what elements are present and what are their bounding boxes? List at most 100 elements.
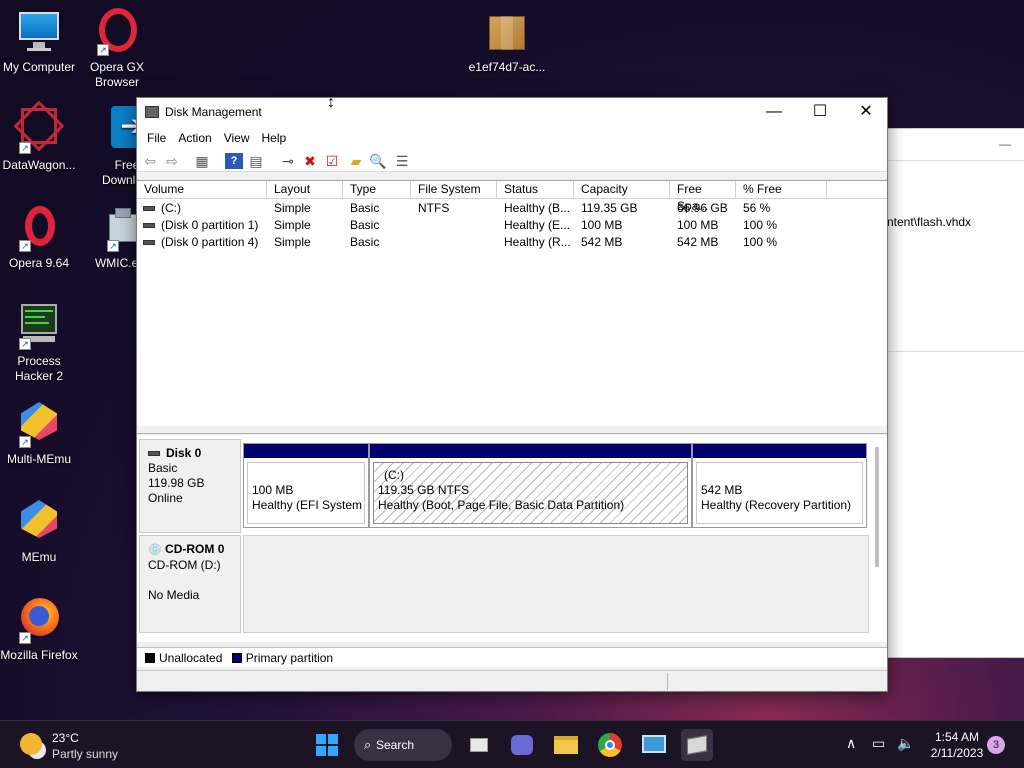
type-cell: Basic: [350, 235, 380, 249]
delete-icon[interactable]: ✖: [301, 153, 319, 169]
open-folder-icon[interactable]: ▰: [347, 153, 365, 169]
task-view-button[interactable]: [463, 729, 495, 761]
weather-condition: Partly sunny: [52, 747, 119, 761]
disk-pane-scrollbar[interactable]: [875, 447, 879, 567]
partition-body: (C:) 119.35 GB NTFS Healthy (Boot, Page …: [373, 462, 688, 524]
desktop-icon-label: Mozilla Firefox: [0, 648, 78, 662]
legend-primary: Primary partition: [245, 651, 334, 665]
desktop-icon-label: My Computer: [2, 60, 76, 74]
table-row[interactable]: (Disk 0 partition 1) Simple Basic Health…: [137, 217, 887, 234]
desktop-icon-multi-memu[interactable]: ↗ Multi-MEmu: [0, 400, 78, 467]
column-header-volume[interactable]: Volume: [137, 181, 267, 199]
title-bar[interactable]: Disk Management — ☐ ✕: [137, 98, 887, 128]
clock-time: 1:54 AM: [934, 730, 980, 744]
table-row[interactable]: (Disk 0 partition 4) Simple Basic Health…: [137, 234, 887, 251]
cdrom-0-label[interactable]: 💿 CD-ROM 0 CD-ROM (D:) No Media: [139, 535, 241, 633]
desktop-icon-label: MEmu: [21, 550, 57, 564]
cdrom-0-empty-area[interactable]: [243, 535, 869, 633]
percent-free-cell: 100 %: [743, 218, 778, 232]
list-view-icon[interactable]: ☰: [393, 153, 411, 169]
maximize-button[interactable]: ☐: [797, 98, 843, 128]
table-row[interactable]: (C:) Simple Basic NTFS Healthy (B... 119…: [137, 200, 887, 217]
shortcut-arrow-icon: ↗: [19, 338, 31, 350]
volume-icon[interactable]: 🔈: [897, 735, 914, 752]
search-icon: ⌕: [364, 737, 372, 752]
cdrom-icon: 💿: [148, 544, 162, 556]
column-header-type[interactable]: Type: [343, 181, 411, 199]
taskbar: 23°C Partly sunny ⌕ Search ∧ ▭ 🔈 1:54 AM…: [0, 720, 1024, 768]
network-icon[interactable]: ▭: [872, 735, 885, 752]
partition-efi[interactable]: 100 MB Healthy (EFI System Partition): [243, 443, 369, 528]
firefox-icon: ↗: [15, 596, 63, 644]
disk-management-window[interactable]: Disk Management — ☐ ✕ File Action View H…: [136, 97, 888, 692]
column-header-capacity[interactable]: Capacity: [574, 181, 670, 199]
disk-map-pane[interactable]: Disk 0 Basic 119.98 GB Online 100 MB Hea…: [137, 435, 887, 642]
back-arrow-icon[interactable]: ⇦: [141, 153, 159, 169]
taskbar-search[interactable]: ⌕ Search: [354, 729, 452, 761]
column-header-free-space[interactable]: Free Spa...: [670, 181, 736, 213]
desktop-icon-opera-gx[interactable]: ↗ Opera GX Browser: [78, 8, 156, 90]
menu-help[interactable]: Help: [256, 128, 293, 150]
system-clock[interactable]: 1:54 AM 2/11/2023: [920, 729, 994, 761]
partition-body: 100 MB Healthy (EFI System Partition): [247, 462, 365, 524]
partition-title: [252, 468, 360, 483]
desktop-icon-memu[interactable]: MEmu: [0, 498, 78, 565]
status-cell: Healthy (R...: [504, 235, 571, 249]
partition-header-bar: [693, 444, 866, 458]
desktop-icon-firefox[interactable]: ↗ Mozilla Firefox: [0, 596, 78, 663]
column-header-file-system[interactable]: File System: [411, 181, 497, 199]
disk-management-taskbar-button[interactable]: [681, 729, 713, 761]
percent-free-cell: 56 %: [743, 201, 771, 215]
column-header-status[interactable]: Status: [497, 181, 574, 199]
search-label: Search: [376, 738, 415, 752]
file-explorer-button[interactable]: [550, 729, 582, 761]
cdrom-0-name: 💿 CD-ROM 0: [148, 542, 225, 556]
partition-body: 542 MB Healthy (Recovery Partition): [696, 462, 863, 524]
notification-badge[interactable]: 3: [987, 736, 1005, 754]
menu-action[interactable]: Action: [172, 128, 217, 150]
connect-disk-icon[interactable]: ⊸: [279, 153, 297, 169]
type-cell: Basic: [350, 218, 380, 232]
properties-pane-icon[interactable]: ▤: [247, 153, 265, 169]
menu-file[interactable]: File: [141, 128, 172, 150]
pane-splitter[interactable]: [137, 426, 887, 434]
disk-0-label[interactable]: Disk 0 Basic 119.98 GB Online: [139, 439, 241, 533]
background-window[interactable]: — ntent\flash.vhdx: [886, 128, 1024, 658]
forward-arrow-icon[interactable]: ⇨: [163, 153, 181, 169]
menu-view[interactable]: View: [218, 128, 256, 150]
help-icon[interactable]: ?: [225, 153, 243, 169]
checkmark-icon[interactable]: ☑: [323, 153, 341, 169]
chat-button[interactable]: [506, 729, 538, 761]
show-hide-console-tree-icon[interactable]: ▦: [193, 153, 211, 169]
volume-icon: [143, 223, 155, 229]
minimize-button[interactable]: —: [751, 98, 797, 128]
background-window-titlebar[interactable]: —: [887, 129, 1024, 161]
desktop-icon-opera-964[interactable]: ↗ Opera 9.64: [0, 204, 78, 271]
partition-recovery[interactable]: 542 MB Healthy (Recovery Partition): [692, 443, 867, 528]
column-header-layout[interactable]: Layout: [267, 181, 343, 199]
package-icon: [483, 8, 531, 56]
volume-list[interactable]: Volume Layout Type File System Status Ca…: [137, 180, 887, 426]
minimize-icon[interactable]: —: [999, 137, 1011, 151]
show-hidden-icons-button[interactable]: ∧: [846, 735, 856, 752]
shortcut-arrow-icon: ↗: [19, 436, 31, 448]
monitor-icon: [15, 8, 63, 56]
desktop-icon-package[interactable]: e1ef74d7-ac...: [466, 8, 548, 75]
partition-header-bar: [370, 444, 691, 458]
chrome-button[interactable]: [594, 729, 626, 761]
disk-management-app-icon: [145, 106, 159, 118]
column-header-percent-free[interactable]: % Free: [736, 181, 827, 199]
desktop-icon-datawagon[interactable]: ↗ DataWagon...: [0, 100, 78, 173]
start-button[interactable]: [311, 729, 343, 761]
remote-desktop-button[interactable]: [638, 729, 670, 761]
partition-c[interactable]: (C:) 119.35 GB NTFS Healthy (Boot, Page …: [369, 443, 692, 528]
search-folder-icon[interactable]: 🔍: [369, 153, 387, 169]
desktop-icon-my-computer[interactable]: My Computer: [0, 8, 78, 75]
weather-widget[interactable]: 23°C Partly sunny: [16, 729, 136, 763]
desktop-icon-label: DataWagon...: [2, 158, 76, 172]
status-cell: Healthy (E...: [504, 218, 571, 232]
desktop-icon-process-hacker[interactable]: ↗ Process Hacker 2: [0, 302, 78, 384]
disk-icon: [148, 451, 160, 457]
windows-logo-icon: [316, 734, 338, 756]
close-button[interactable]: ✕: [843, 98, 889, 128]
